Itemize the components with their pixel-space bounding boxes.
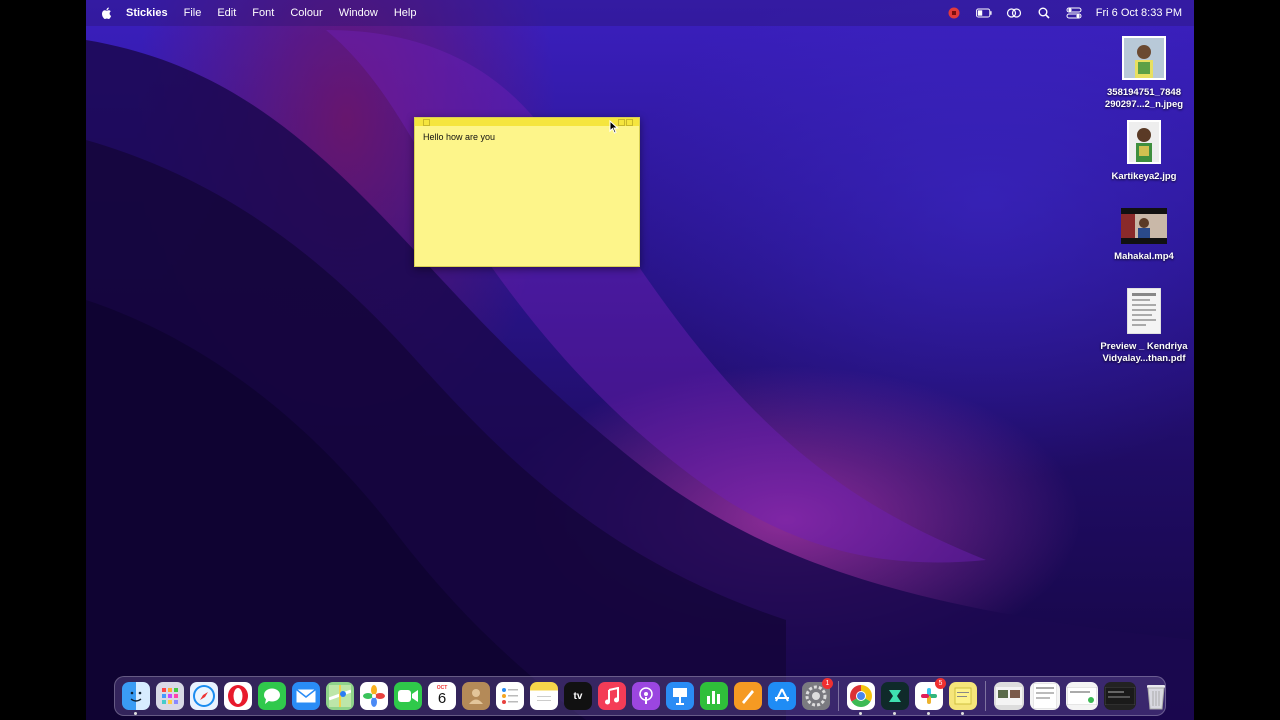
dock-separator	[985, 681, 986, 711]
menu-edit[interactable]: Edit	[217, 7, 236, 19]
wallpaper	[86, 30, 1194, 720]
desktop-file-label-line2: 290297...2_n.jpeg	[1104, 99, 1184, 110]
spotlight-search-icon[interactable]	[1036, 7, 1052, 19]
menu-colour[interactable]: Colour	[290, 7, 322, 19]
mail-icon[interactable]	[292, 682, 320, 710]
safari-icon[interactable]	[190, 682, 218, 710]
recent-document-3-icon[interactable]	[1066, 682, 1098, 710]
facetime-icon[interactable]	[394, 682, 422, 710]
pages-icon[interactable]	[734, 682, 762, 710]
sticky-close-button[interactable]	[423, 119, 430, 126]
desktop-file-video[interactable]: Mahakal.mp4	[1094, 208, 1194, 263]
appstore-icon[interactable]	[768, 682, 796, 710]
recent-document-2-icon[interactable]	[1030, 682, 1060, 710]
menu-clock[interactable]: Fri 6 Oct 8:33 PM	[1096, 7, 1182, 19]
desktop-file-pdf[interactable]: Preview _ Kendriya Vidyalay...than.pdf	[1094, 287, 1194, 365]
sticky-collapse-button[interactable]	[626, 119, 633, 126]
menu-font[interactable]: Font	[252, 7, 274, 19]
photo-thumbnail-icon	[1122, 36, 1166, 80]
sticky-text-area[interactable]: Hello how are you	[415, 126, 639, 148]
menu-file[interactable]: File	[184, 7, 202, 19]
reminders-icon[interactable]	[496, 682, 524, 710]
desktop-file-label-line1: 358194751_7848	[1107, 87, 1181, 98]
menu-app-name[interactable]: Stickies	[126, 7, 168, 19]
sticky-note-window[interactable]: Hello how are you	[414, 117, 640, 267]
desktop-file-label-line1: Mahakal.mp4	[1114, 251, 1174, 262]
opera-icon[interactable]	[224, 682, 252, 710]
calendar-icon[interactable]: OCT 6	[428, 682, 456, 710]
apple-icon[interactable]	[100, 6, 114, 20]
keynote-icon[interactable]	[666, 682, 694, 710]
desktop-file-label-line1: Preview _ Kendriya	[1100, 341, 1188, 352]
finder-icon[interactable]	[122, 682, 150, 715]
photos-icon[interactable]	[360, 682, 388, 710]
dock: OCT 6 tv 1 5	[114, 676, 1166, 716]
menu-help[interactable]: Help	[394, 7, 417, 19]
filmora-icon[interactable]	[881, 682, 909, 715]
sticky-title-bar[interactable]	[415, 118, 639, 126]
chrome-icon[interactable]	[847, 682, 875, 715]
screen-mirroring-icon[interactable]	[1006, 7, 1022, 19]
music-icon[interactable]	[598, 682, 626, 710]
desktop-file-photo-1[interactable]: 358194751_7848 290297...2_n.jpeg	[1094, 36, 1194, 111]
desktop-file-label-line2: Vidyalay...than.pdf	[1102, 353, 1186, 364]
status-area: Fri 6 Oct 8:33 PM	[946, 0, 1182, 26]
podcasts-icon[interactable]	[632, 682, 660, 710]
mouse-pointer-icon	[609, 120, 619, 134]
recent-document-1-icon[interactable]	[994, 682, 1024, 710]
launchpad-icon[interactable]	[156, 682, 184, 710]
recent-document-4-icon[interactable]	[1104, 682, 1136, 710]
numbers-icon[interactable]	[700, 682, 728, 710]
video-thumbnail-icon	[1121, 208, 1167, 244]
slack-icon[interactable]: 5	[915, 678, 946, 715]
slack-badge: 5	[935, 678, 946, 689]
system-settings-icon[interactable]: 1	[802, 678, 833, 710]
contacts-icon[interactable]	[462, 682, 490, 710]
maps-icon[interactable]	[326, 682, 354, 710]
stickies-icon[interactable]	[949, 682, 977, 715]
appletv-label: tv	[573, 690, 583, 702]
settings-badge: 1	[822, 678, 833, 689]
menu-bar: Stickies File Edit Font Colour Window He…	[86, 0, 1194, 26]
appletv-icon[interactable]: tv	[564, 682, 592, 710]
control-center-icon[interactable]	[1066, 7, 1082, 19]
calendar-day: 6	[437, 690, 447, 707]
desktop-file-label-line1: Kartikeya2.jpg	[1111, 171, 1177, 182]
messages-icon[interactable]	[258, 682, 286, 710]
desktop: Stickies File Edit Font Colour Window He…	[86, 0, 1194, 720]
screen-recording-icon[interactable]	[946, 7, 962, 19]
pdf-document-icon	[1126, 287, 1162, 335]
trash-icon[interactable]	[1142, 682, 1170, 710]
notes-icon[interactable]	[530, 682, 558, 710]
desktop-file-photo-2[interactable]: Kartikeya2.jpg	[1094, 120, 1194, 183]
dock-separator	[838, 681, 839, 711]
sticky-zoom-button[interactable]	[618, 119, 625, 126]
photo-thumbnail-icon	[1127, 120, 1161, 164]
menu-window[interactable]: Window	[339, 7, 378, 19]
battery-icon[interactable]	[975, 7, 992, 19]
